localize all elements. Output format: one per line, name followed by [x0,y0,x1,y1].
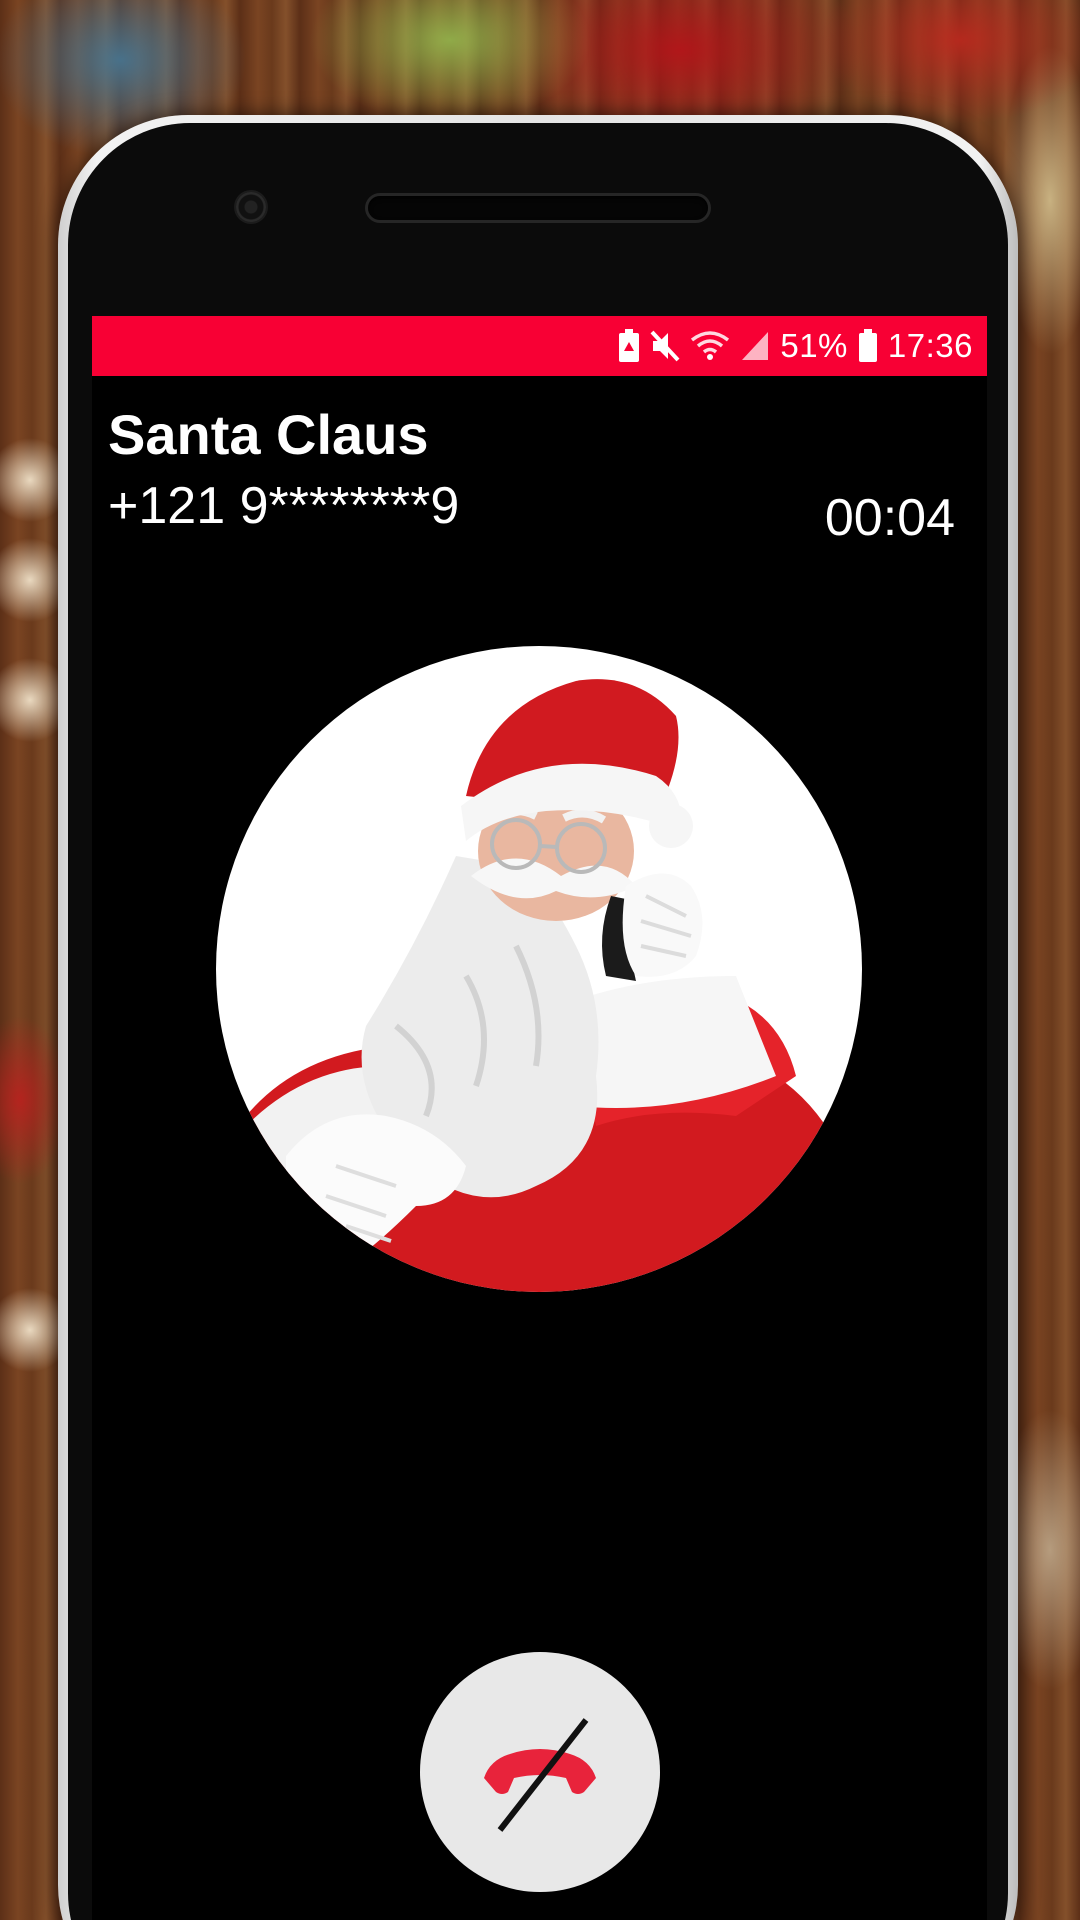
battery-icon [858,329,878,363]
front-camera [236,192,266,222]
battery-percent: 51% [780,327,848,364]
mute-icon [650,330,680,362]
santa-portrait [216,679,862,1292]
earpiece-speaker [368,196,708,220]
end-call-icon [484,1718,596,1832]
status-bar: 51% 17:36 [92,316,987,376]
status-icons: 51% 17:36 [618,316,973,376]
caller-avatar [216,646,862,1292]
wifi-icon [690,330,730,362]
battery-saver-icon [618,329,640,363]
call-screen: 51% 17:36 Santa Claus +121 9********9 00… [92,316,987,1920]
phone-number: +121 9********9 [108,477,460,535]
clock: 17:36 [887,327,973,364]
contact-name: Santa Claus [108,403,429,466]
end-call-button[interactable] [420,1652,660,1892]
call-duration: 00:04 [824,489,955,547]
page: 51% 17:36 Santa Claus +121 9********9 00… [0,0,1080,1920]
signal-icon [740,330,770,362]
